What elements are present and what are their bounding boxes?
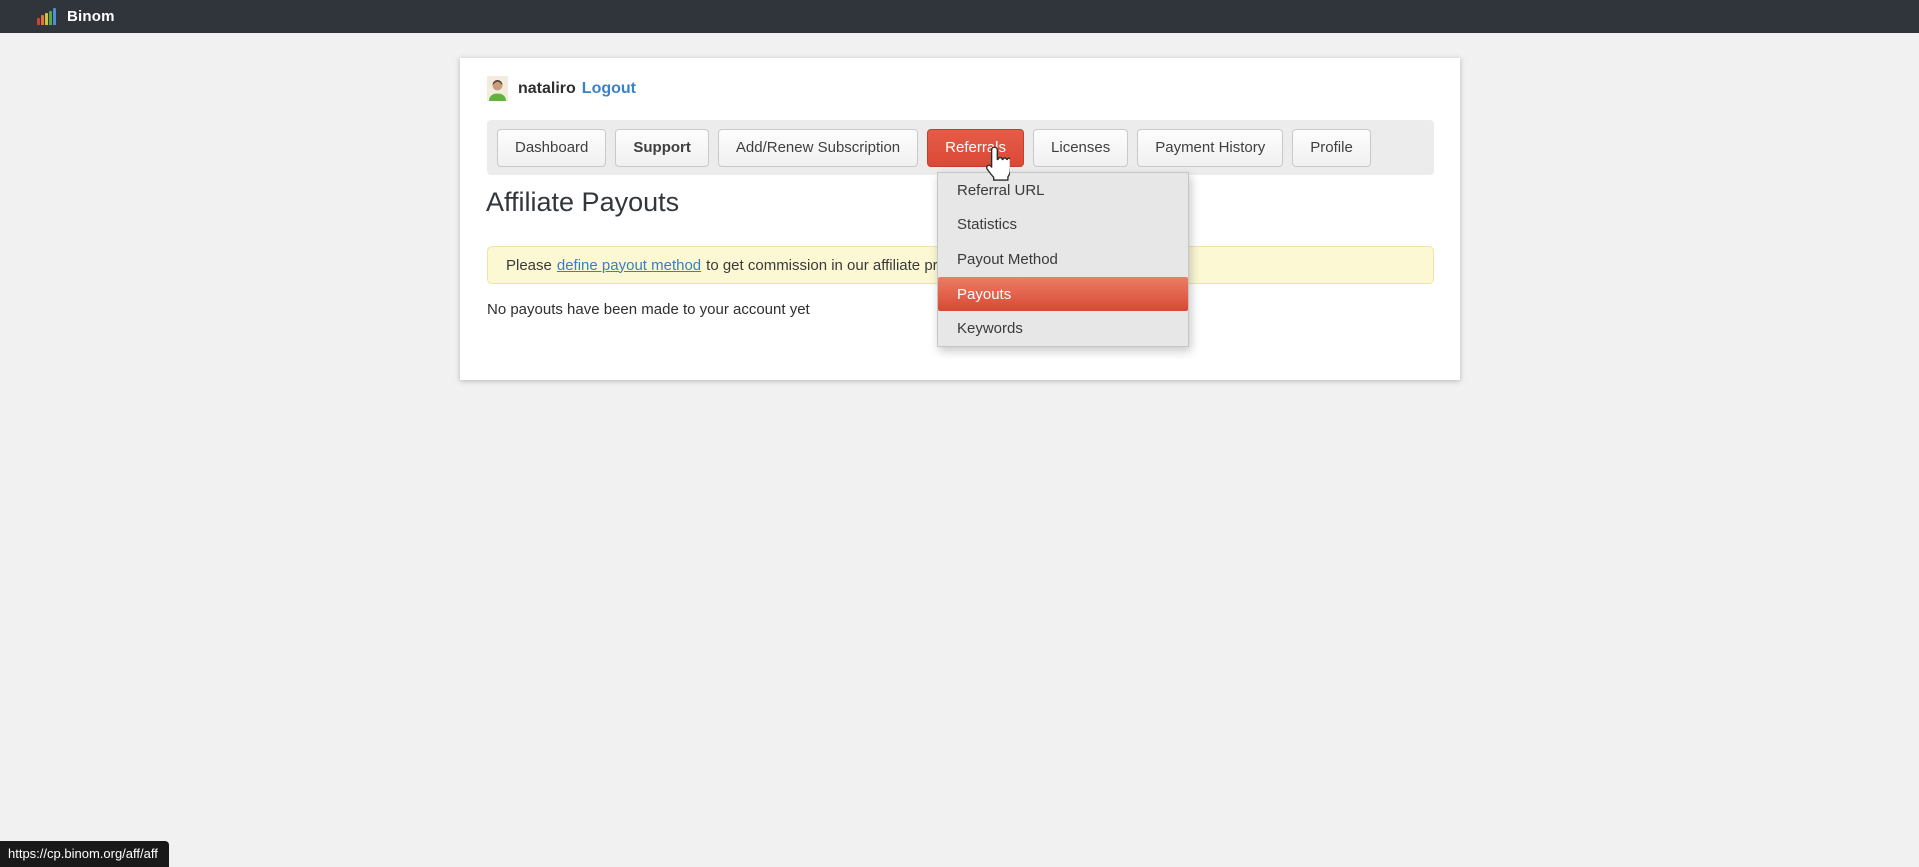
define-payout-method-link[interactable]: define payout method: [557, 257, 701, 274]
binom-logo-bar-chart-icon: [37, 8, 56, 25]
menu-item-keywords[interactable]: Keywords: [938, 311, 1188, 346]
menu-item-referral-url[interactable]: Referral URL: [938, 173, 1188, 208]
nav-item-dashboard[interactable]: Dashboard: [497, 129, 606, 167]
username-label: nataliro: [518, 80, 576, 98]
nav-item-profile[interactable]: Profile: [1292, 129, 1371, 167]
notice-text-prefix: Please: [506, 257, 552, 274]
nav-item-add-renew-subscription[interactable]: Add/Renew Subscription: [718, 129, 918, 167]
logout-link[interactable]: Logout: [582, 80, 636, 98]
brand-title: Binom: [67, 8, 115, 25]
nav-item-referrals[interactable]: Referrals: [927, 129, 1024, 167]
topbar: Binom: [0, 0, 1919, 33]
menu-item-payout-method[interactable]: Payout Method: [938, 242, 1188, 277]
status-url-tooltip: https://cp.binom.org/aff/aff: [0, 841, 169, 867]
main-nav: Dashboard Support Add/Renew Subscription…: [487, 120, 1434, 175]
menu-item-payouts[interactable]: Payouts: [938, 277, 1188, 312]
main-card: nataliro Logout Dashboard Support Add/Re…: [460, 58, 1460, 380]
nav-item-licenses[interactable]: Licenses: [1033, 129, 1128, 167]
page-title: Affiliate Payouts: [486, 187, 679, 218]
empty-payouts-message: No payouts have been made to your accoun…: [487, 301, 810, 318]
referrals-dropdown-menu: Referral URL Statistics Payout Method Pa…: [937, 172, 1189, 347]
user-avatar-icon: [487, 76, 508, 101]
menu-item-statistics[interactable]: Statistics: [938, 208, 1188, 243]
user-row: nataliro Logout: [487, 76, 636, 101]
nav-item-support[interactable]: Support: [615, 129, 709, 167]
nav-item-payment-history[interactable]: Payment History: [1137, 129, 1283, 167]
